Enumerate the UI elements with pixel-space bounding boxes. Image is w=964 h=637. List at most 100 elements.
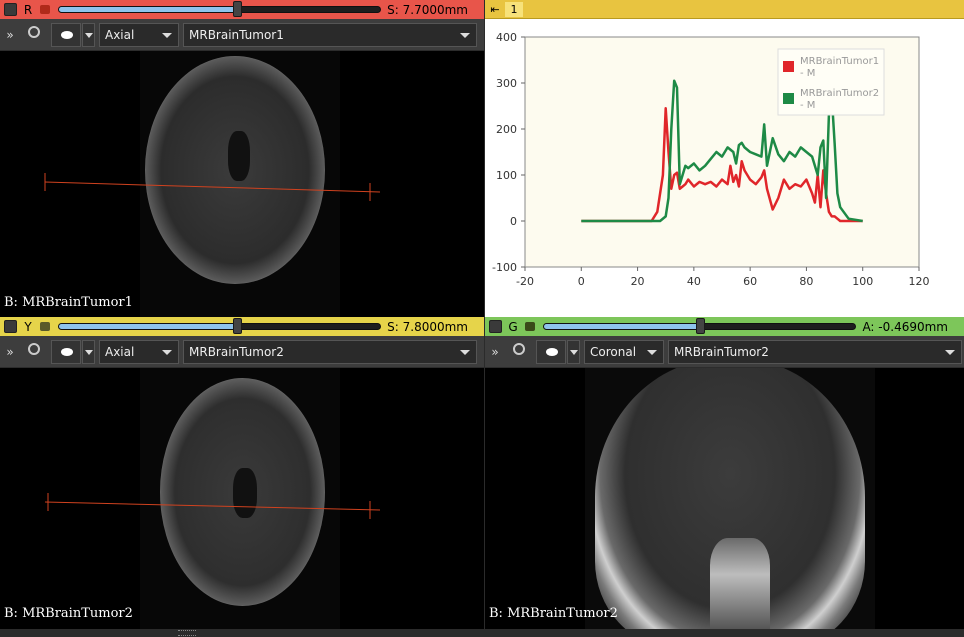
visibility-dropdown[interactable] xyxy=(82,339,95,364)
crosshair-button[interactable] xyxy=(24,340,48,364)
pin-icon[interactable] xyxy=(489,320,502,333)
x-tick-label: 100 xyxy=(852,275,873,288)
y-tick-label: 200 xyxy=(496,123,517,136)
x-tick-label: 60 xyxy=(743,275,757,288)
volume-value: MRBrainTumor1 xyxy=(189,27,284,42)
slider-fill xyxy=(59,324,238,329)
slice-offset-value: S: 7.7000mm xyxy=(387,2,468,17)
brainstem xyxy=(710,538,770,629)
pin-icon[interactable]: ⇤ xyxy=(488,3,502,16)
slider-handle[interactable] xyxy=(233,318,243,334)
slice-offset-slider[interactable] xyxy=(543,318,857,334)
view-label: G xyxy=(508,319,518,334)
corner-annotation: B: MRBrainTumor2 xyxy=(489,606,618,621)
view-controls: » Coronal MRBrainTumor2 xyxy=(485,336,964,368)
view-label: R xyxy=(23,2,33,17)
view-controls: » Axial MRBrainTumor2 xyxy=(0,336,484,368)
x-tick-label: 40 xyxy=(687,275,701,288)
visibility-button[interactable] xyxy=(536,339,566,364)
yellow-slice-bar: Y S: 7.8000mm xyxy=(0,317,484,336)
link-icon[interactable] xyxy=(523,320,537,333)
slice-image[interactable]: B: MRBrainTumor2 xyxy=(485,368,964,629)
chevron-down-icon xyxy=(162,349,172,355)
x-tick-label: -20 xyxy=(516,275,534,288)
visibility-button[interactable] xyxy=(51,22,81,47)
more-options-icon[interactable]: » xyxy=(2,345,18,359)
legend-swatch xyxy=(783,93,794,104)
visibility-dropdown[interactable] xyxy=(567,339,580,364)
chevron-down-icon xyxy=(945,349,955,355)
ruler-overlay xyxy=(44,493,381,519)
slider-fill xyxy=(59,7,238,12)
x-tick-label: 80 xyxy=(799,275,813,288)
orientation-select[interactable]: Axial xyxy=(99,22,179,47)
line-chart[interactable]: -100 0 100 200 300 400 -20 0 20 40 60 80 100 120 MRBra… xyxy=(485,19,964,318)
chevron-down-icon xyxy=(460,32,470,38)
chevron-down-icon xyxy=(162,32,172,38)
slider-handle[interactable] xyxy=(233,1,243,17)
green-slice-view[interactable]: G A: -0.4690mm » Coronal MRBrainTumor2 B… xyxy=(485,317,964,629)
orientation-value: Axial xyxy=(105,344,135,359)
y-tick-label: -100 xyxy=(492,261,517,274)
pin-icon[interactable] xyxy=(4,3,17,16)
visibility-button[interactable] xyxy=(51,339,81,364)
slice-offset-slider[interactable] xyxy=(58,318,382,334)
crosshair-icon xyxy=(513,342,525,355)
slice-image[interactable]: B: MRBrainTumor1 xyxy=(0,51,484,318)
view-label: Y xyxy=(24,319,32,334)
orientation-value: Axial xyxy=(105,27,135,42)
volume-select[interactable]: MRBrainTumor2 xyxy=(183,339,477,364)
eye-icon xyxy=(546,347,558,356)
slice-offset-value: S: 7.8000mm xyxy=(387,319,468,334)
volume-value: MRBrainTumor2 xyxy=(189,344,284,359)
view-controls: » Axial MRBrainTumor1 xyxy=(0,19,484,51)
orientation-select[interactable]: Axial xyxy=(99,339,179,364)
ruler-overlay xyxy=(44,173,381,201)
legend-swatch xyxy=(783,61,794,72)
legend-label-suffix: - M xyxy=(800,100,815,111)
y-tick-label: 300 xyxy=(496,77,517,90)
slice-offset-value: A: -0.4690mm xyxy=(862,319,948,334)
y-tick-label: 400 xyxy=(496,31,517,44)
pin-icon[interactable] xyxy=(4,320,17,333)
volume-value: MRBrainTumor2 xyxy=(674,344,769,359)
splitter-handle[interactable] xyxy=(178,630,196,636)
slider-handle[interactable] xyxy=(695,318,705,334)
slice-offset-slider[interactable] xyxy=(58,1,382,17)
link-icon[interactable] xyxy=(38,320,52,333)
crosshair-icon xyxy=(28,25,40,38)
link-icon[interactable] xyxy=(38,3,52,16)
volume-select[interactable]: MRBrainTumor1 xyxy=(183,22,477,47)
plot-view[interactable]: ⇤ 1 -100 0 100 200 300 400 -20 0 20 40 60 80 100 120 M… xyxy=(485,0,964,318)
x-tick-label: 120 xyxy=(909,275,930,288)
eye-icon xyxy=(61,30,73,39)
volume-select[interactable]: MRBrainTumor2 xyxy=(668,339,962,364)
x-tick-label: 0 xyxy=(578,275,585,288)
legend-label: MRBrainTumor2 xyxy=(800,88,879,99)
layout-number: 1 xyxy=(505,1,523,17)
y-tick-label: 100 xyxy=(496,169,517,182)
eye-icon xyxy=(61,347,73,356)
x-tick-label: 20 xyxy=(631,275,645,288)
slider-fill xyxy=(544,324,700,329)
chevron-down-icon xyxy=(460,349,470,355)
legend-label: MRBrainTumor1 xyxy=(800,56,879,67)
visibility-dropdown[interactable] xyxy=(82,22,95,47)
orientation-value: Coronal xyxy=(590,344,637,359)
corner-annotation: B: MRBrainTumor2 xyxy=(4,606,133,621)
legend-label-suffix: - M xyxy=(800,68,815,79)
red-slice-view[interactable]: R S: 7.7000mm » Axial MRBrainTumor1 B: M… xyxy=(0,0,484,318)
crosshair-button[interactable] xyxy=(24,23,48,47)
plot-view-bar: ⇤ 1 xyxy=(485,0,964,19)
chevron-down-icon xyxy=(647,349,657,355)
crosshair-button[interactable] xyxy=(509,340,533,364)
yellow-slice-view[interactable]: Y S: 7.8000mm » Axial MRBrainTumor2 B: M… xyxy=(0,317,484,629)
more-options-icon[interactable]: » xyxy=(2,28,18,42)
more-options-icon[interactable]: » xyxy=(487,345,503,359)
orientation-select[interactable]: Coronal xyxy=(584,339,664,364)
corner-annotation: B: MRBrainTumor1 xyxy=(4,295,133,310)
y-tick-label: 0 xyxy=(510,215,517,228)
green-slice-bar: G A: -0.4690mm xyxy=(485,317,964,336)
red-slice-bar: R S: 7.7000mm xyxy=(0,0,484,19)
slice-image[interactable]: B: MRBrainTumor2 xyxy=(0,368,484,629)
